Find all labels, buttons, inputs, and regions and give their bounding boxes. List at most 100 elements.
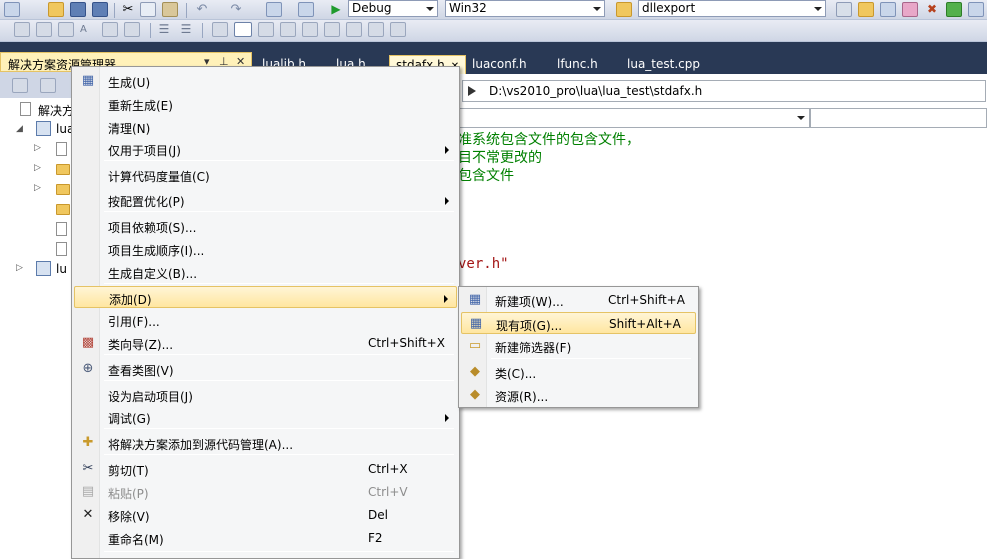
menu-item-2[interactable]: 重新生成(E)	[74, 93, 457, 115]
file-path-bar[interactable]: D:\vs2010_pro\lua\lua_test\stdafx.h	[462, 80, 986, 102]
menu-item-17[interactable]: ✂ 剪切(T) Ctrl+X	[74, 458, 457, 480]
submenu-item-4[interactable]: ◆ 类(C)...	[461, 361, 696, 383]
chevron-down-icon[interactable]	[426, 7, 434, 11]
solution-platform-value: Win32	[449, 1, 487, 15]
expand-triangle-icon[interactable]: ▷	[34, 143, 41, 153]
bookmark-icon[interactable]	[234, 22, 252, 37]
expand-triangle-icon[interactable]: ▷	[16, 263, 23, 273]
cut-toolbar-icon[interactable]: ✂	[120, 2, 136, 17]
chevron-down-icon[interactable]	[593, 7, 601, 11]
menu-item-3[interactable]: 清理(N)	[74, 116, 457, 138]
menu-item-18[interactable]: ▤ 粘贴(P) Ctrl+V	[74, 481, 457, 503]
menu-item-4[interactable]: 仅用于项目(J)	[74, 138, 457, 160]
navigate-forward-icon[interactable]	[298, 2, 314, 17]
display-word-completion-icon[interactable]: A	[80, 22, 96, 37]
menu-item-5[interactable]: 计算代码度量值(C)	[74, 164, 457, 186]
menu-item-label: 类向导(Z)...	[108, 338, 174, 352]
menu-separator	[104, 160, 454, 161]
toolbox-icon[interactable]: ✖	[924, 2, 940, 17]
display-parameter-info-icon[interactable]	[36, 22, 52, 37]
solution-platform-combo[interactable]: Win32	[445, 0, 605, 17]
menu-item-7[interactable]: 项目依赖项(S)...	[74, 215, 457, 237]
increase-indent-icon[interactable]	[124, 22, 140, 37]
menu-item-15[interactable]: 调试(G)	[74, 406, 457, 428]
solution-explorer-icon[interactable]	[858, 2, 874, 17]
properties-icon[interactable]	[12, 78, 28, 93]
submenu-item-3[interactable]: ▭ 新建筛选器(F)	[461, 335, 696, 357]
tab-luaconf-h[interactable]: luaconf.h	[466, 55, 533, 74]
object-browser-icon[interactable]	[902, 2, 918, 17]
menu-item-11[interactable]: 引用(F)...	[74, 309, 457, 331]
menu-item-6[interactable]: 按配置优化(P)	[74, 189, 457, 211]
menu-item-shortcut: F2	[368, 531, 383, 545]
expand-triangle-icon[interactable]: ▷	[34, 183, 41, 193]
decrease-indent-icon[interactable]	[102, 22, 118, 37]
remove-icon: ✕	[82, 507, 94, 522]
undo-icon[interactable]: ↶	[194, 2, 210, 17]
expand-triangle-icon[interactable]: ▷	[34, 163, 41, 173]
collapse-triangle-icon[interactable]: ◢	[16, 124, 23, 134]
redo-icon[interactable]: ↷	[228, 2, 244, 17]
menu-item-20[interactable]: 重命名(M) F2	[74, 527, 457, 549]
start-debugging-icon[interactable]: ▶	[328, 2, 344, 17]
menu-item-12[interactable]: ▩ 类向导(Z)... Ctrl+Shift+X	[74, 332, 457, 354]
show-all-files-icon[interactable]	[40, 78, 56, 93]
find-combo[interactable]: dllexport	[638, 0, 826, 17]
save-icon[interactable]	[70, 2, 86, 17]
scope-dropdown[interactable]	[452, 108, 810, 128]
menu-item-16[interactable]: ✚ 将解决方案添加到源代码管理(A)...	[74, 432, 457, 454]
toolbar-separator	[114, 3, 115, 18]
solution-configuration-combo[interactable]: Debug	[348, 0, 438, 17]
submenu-item-label: 类(C)...	[495, 367, 537, 381]
next-bookmark-in-document-icon[interactable]	[368, 22, 384, 37]
submenu-item-1[interactable]: ▦ 新建项(W)... Ctrl+Shift+A	[461, 289, 696, 311]
find-icon[interactable]	[836, 2, 852, 17]
class-diagram-icon: ⊕	[82, 361, 94, 376]
submenu-item-label: 新建项(W)...	[495, 295, 564, 309]
new-project-icon[interactable]	[4, 2, 20, 17]
code-comment-line: 准系统包含文件的包含文件，	[458, 132, 640, 148]
navigate-backward-icon[interactable]	[266, 2, 282, 17]
submenu-item-5[interactable]: ◆ 资源(R)...	[461, 384, 696, 406]
open-file-icon[interactable]	[48, 2, 64, 17]
start-page-icon[interactable]	[946, 2, 962, 17]
comment-out-icon[interactable]: ☰	[156, 22, 172, 37]
paste-toolbar-icon[interactable]	[162, 2, 178, 17]
menu-item-19[interactable]: ✕ 移除(V) Del	[74, 504, 457, 526]
menu-item-label: 调试(G)	[108, 412, 151, 426]
tab-label: lua_test.cpp	[627, 57, 700, 71]
menu-item-1[interactable]: ▦ 生成(U)	[74, 70, 457, 92]
submenu-item-2[interactable]: ▦ 现有项(G)... Shift+Alt+A	[461, 312, 696, 334]
extension-manager-icon[interactable]	[968, 2, 984, 17]
properties-window-icon[interactable]	[880, 2, 896, 17]
menu-item-8[interactable]: 项目生成顺序(I)...	[74, 238, 457, 260]
existing-item-icon: ▦	[469, 316, 483, 331]
toolbar-separator	[150, 23, 151, 38]
next-bookmark-in-folder-icon[interactable]	[324, 22, 340, 37]
display-object-member-list-icon[interactable]	[14, 22, 30, 37]
tab-lfunc-h[interactable]: lfunc.h	[551, 55, 604, 74]
submenu-arrow-icon	[444, 295, 448, 303]
class-icon: ◆	[470, 364, 480, 379]
previous-bookmark-icon[interactable]	[258, 22, 274, 37]
uncomment-icon[interactable]: ☰	[178, 22, 194, 37]
toggle-bookmark-icon[interactable]	[212, 22, 228, 37]
previous-bookmark-in-document-icon[interactable]	[346, 22, 362, 37]
display-quick-info-icon[interactable]	[58, 22, 74, 37]
next-bookmark-icon[interactable]	[280, 22, 296, 37]
chevron-down-icon[interactable]	[814, 7, 822, 11]
code-comment-line: 包含文件	[458, 168, 514, 184]
menu-item-9[interactable]: 生成自定义(B)...	[74, 261, 457, 283]
copy-icon[interactable]	[140, 2, 156, 17]
clear-bookmarks-icon[interactable]	[390, 22, 406, 37]
member-dropdown[interactable]	[810, 108, 987, 128]
chevron-down-icon[interactable]	[797, 116, 805, 120]
save-all-icon[interactable]	[92, 2, 108, 17]
menu-item-10[interactable]: 添加(D)	[74, 286, 457, 308]
tab-lua-test-cpp[interactable]: lua_test.cpp	[621, 55, 706, 74]
menu-item-13[interactable]: ⊕ 查看类图(V)	[74, 358, 457, 380]
previous-bookmark-in-folder-icon[interactable]	[302, 22, 318, 37]
menu-item-label: 重命名(M)	[108, 533, 164, 547]
menu-item-14[interactable]: 设为启动项目(J)	[74, 384, 457, 406]
find-in-files-icon[interactable]	[616, 2, 632, 17]
